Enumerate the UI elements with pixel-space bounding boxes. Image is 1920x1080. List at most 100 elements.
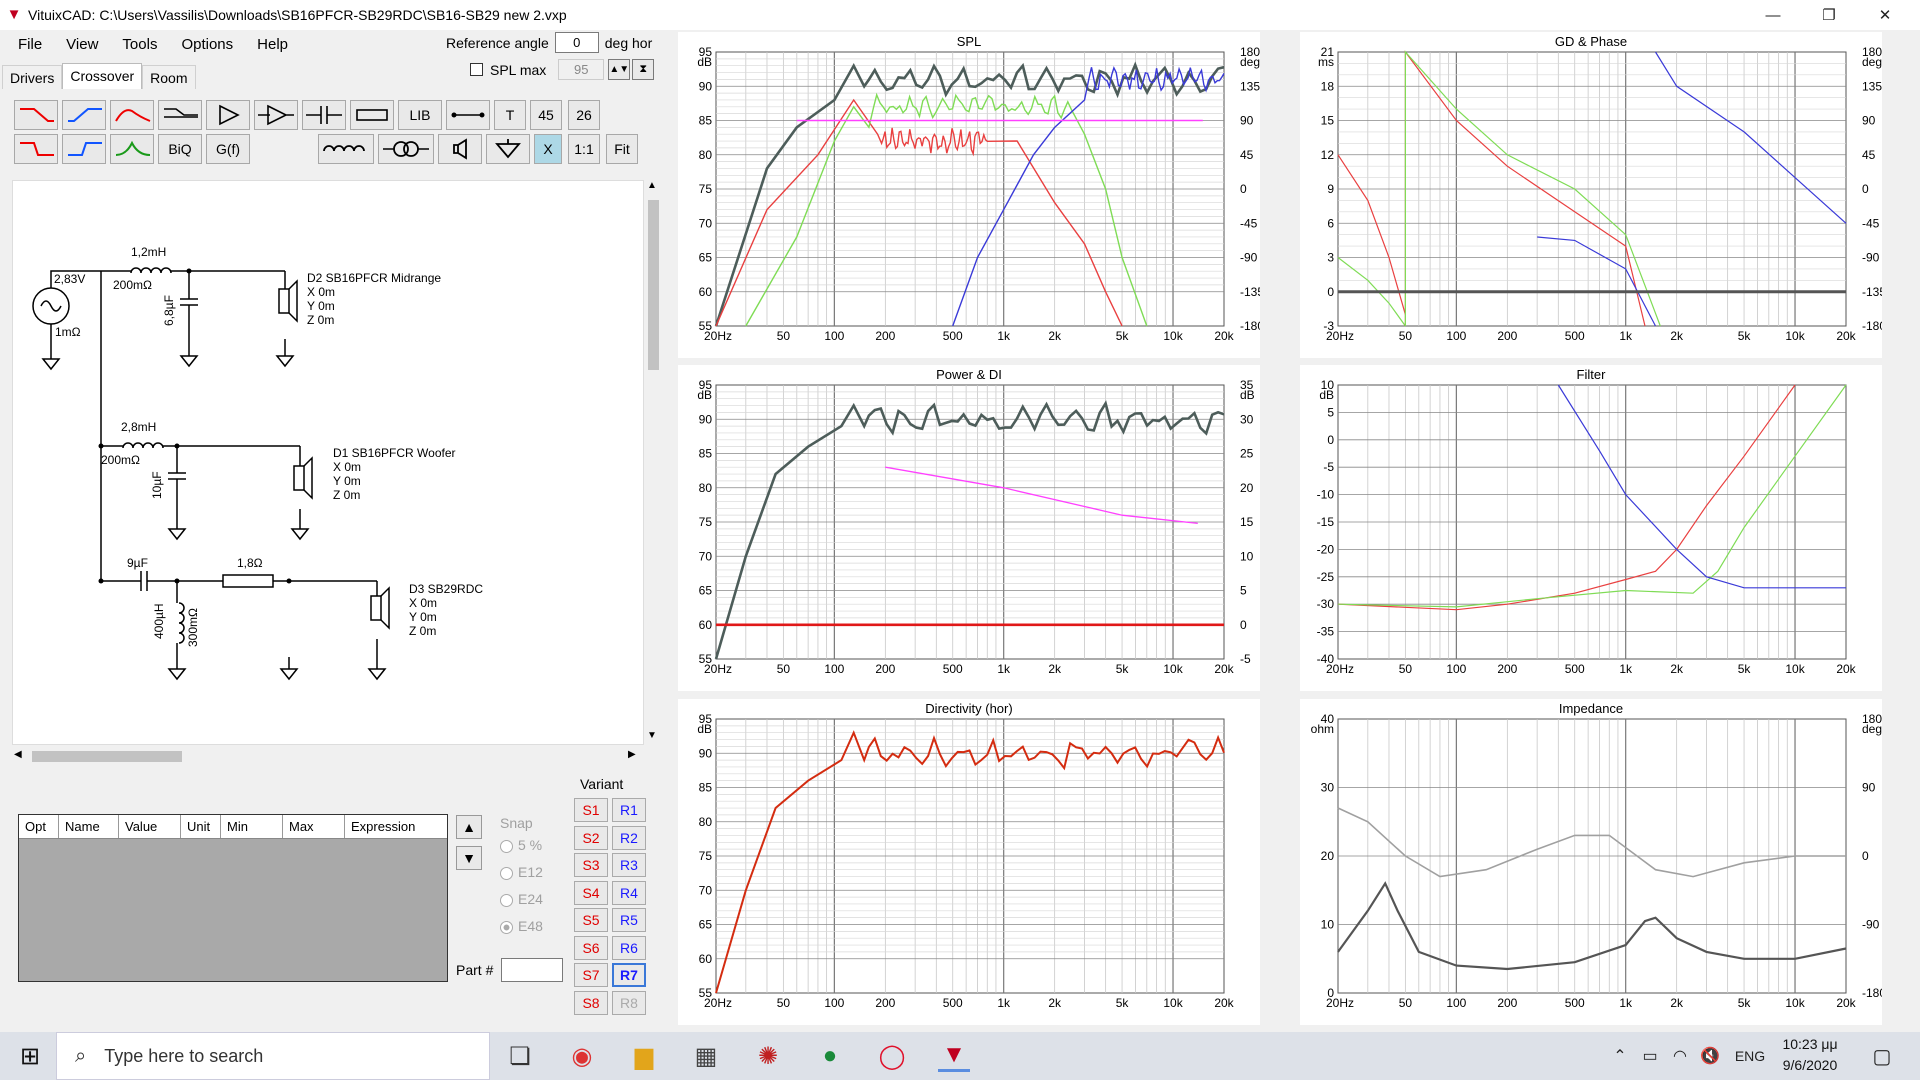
col-value[interactable]: Value <box>119 815 181 838</box>
driver-button[interactable] <box>438 134 482 164</box>
lowpass-2nd-button[interactable] <box>14 100 58 130</box>
variant-r4-button[interactable]: R4 <box>612 880 646 905</box>
taskbar-clock[interactable]: 10:23 μμ 9/6/2020 <box>1765 1034 1855 1076</box>
highpass-2nd-button[interactable] <box>62 100 106 130</box>
gd-phase-chart[interactable]: GD & Phase 20Hz 50 100 200 500 1k 2k 5k 10k 20k 21 1… <box>1300 32 1882 358</box>
angle-26-button[interactable]: 26 <box>568 100 600 130</box>
schematic-vertical-scrollbar[interactable]: ▲ ▼ <box>645 180 662 745</box>
taskbar-search[interactable]: ⌕ Type here to search <box>56 1032 490 1080</box>
task-view-icon[interactable]: ❏ <box>504 1040 536 1072</box>
opamp-button[interactable] <box>254 100 298 130</box>
col-min[interactable]: Min <box>221 815 283 838</box>
snap-option-5[interactable]: 5 % <box>500 837 542 853</box>
menu-help[interactable]: Help <box>245 36 300 53</box>
resistor-button[interactable] <box>350 100 394 130</box>
calculator-icon[interactable]: ▦ <box>690 1040 722 1072</box>
library-button[interactable]: LIB <box>398 100 442 130</box>
variant-s1-button[interactable]: S1 <box>574 798 608 822</box>
ground-button[interactable] <box>486 134 530 164</box>
directivity-chart[interactable]: Directivity (hor) 20Hz 50 100 200 500 1k 2k 5k 10… <box>678 699 1260 1025</box>
col-max[interactable]: Max <box>283 815 345 838</box>
wifi-icon[interactable]: ◠ <box>1664 1040 1696 1072</box>
move-up-button[interactable]: ▲ <box>456 815 482 839</box>
scroll-up-icon[interactable]: ▲ <box>647 180 657 191</box>
variant-r5-button[interactable]: R5 <box>612 908 646 932</box>
col-expression[interactable]: Expression <box>345 815 447 838</box>
buffer-button[interactable] <box>206 100 250 130</box>
lowpass-1st-button[interactable] <box>14 134 58 164</box>
crab-app-icon[interactable]: ✺ <box>752 1040 784 1072</box>
hscroll-thumb[interactable] <box>32 751 182 762</box>
filter-chart[interactable]: Filter 20Hz 50 100 200 500 1k 2k 5k 10k 20k 10 5 0 -5-… <box>1300 365 1882 691</box>
schematic-horizontal-scrollbar[interactable]: ◀ ▶ <box>12 748 642 765</box>
snap-option-e12[interactable]: E12 <box>500 864 543 880</box>
close-button[interactable]: ✕ <box>1862 0 1908 30</box>
capacitor-button[interactable] <box>302 100 346 130</box>
move-down-button[interactable]: ▼ <box>456 846 482 870</box>
tab-room[interactable]: Room <box>142 65 196 89</box>
shelving-button[interactable] <box>158 100 202 130</box>
bandpass-button[interactable] <box>110 100 154 130</box>
variant-r7-button[interactable]: R7 <box>612 963 646 987</box>
vituixcad-taskbar-icon[interactable]: ▼ <box>938 1040 970 1072</box>
wire-button[interactable] <box>446 100 490 130</box>
tab-crossover[interactable]: Crossover <box>62 63 143 89</box>
variant-s3-button[interactable]: S3 <box>574 853 608 877</box>
col-opt[interactable]: Opt <box>19 815 59 838</box>
transformer-button[interactable] <box>378 134 434 164</box>
file-explorer-icon[interactable]: ▆ <box>628 1040 660 1072</box>
minimize-button[interactable]: — <box>1750 0 1796 30</box>
parts-table[interactable]: Opt Name Value Unit Min Max Expression <box>18 814 448 982</box>
variant-s7-button[interactable]: S7 <box>574 963 608 987</box>
biquad-button[interactable]: BiQ <box>158 134 202 164</box>
snap-option-e48[interactable]: E48 <box>500 918 543 934</box>
variant-s8-button[interactable]: S8 <box>574 990 608 1015</box>
variant-s5-button[interactable]: S5 <box>574 908 608 932</box>
variant-s4-button[interactable]: S4 <box>574 880 608 905</box>
part-number-input[interactable] <box>501 958 564 982</box>
allpass-button[interactable] <box>110 134 154 164</box>
variant-s6-button[interactable]: S6 <box>574 935 608 960</box>
scroll-thumb[interactable] <box>648 200 659 370</box>
spl-max-input[interactable]: 95 <box>558 59 605 80</box>
variant-r2-button[interactable]: R2 <box>612 825 646 850</box>
text-button[interactable]: T <box>494 100 526 130</box>
variant-r6-button[interactable]: R6 <box>612 935 646 960</box>
utorrent-icon[interactable]: ● <box>814 1040 846 1072</box>
variant-r8-button[interactable]: R8 <box>612 990 646 1015</box>
spl-max-spinner[interactable]: ▲▼ <box>608 59 631 80</box>
restore-button[interactable]: ❐ <box>1806 0 1852 30</box>
scroll-left-icon[interactable]: ◀ <box>14 749 22 760</box>
menu-tools[interactable]: Tools <box>110 36 169 53</box>
variant-r3-button[interactable]: R3 <box>612 853 646 877</box>
col-name[interactable]: Name <box>59 815 119 838</box>
highpass-1st-button[interactable] <box>62 134 106 164</box>
spl-max-zoom-button[interactable]: ⧗ <box>632 59 655 80</box>
menu-view[interactable]: View <box>54 36 110 53</box>
battery-icon[interactable]: ▭ <box>1634 1040 1666 1072</box>
spl-chart[interactable]: SPL 20Hz 50 100 200 500 1k 2k 5k 10k 20k 95 90 85 80 75… <box>678 32 1260 358</box>
snap-option-e24[interactable]: E24 <box>500 891 543 907</box>
impedance-chart[interactable]: Impedance 20Hz 50 100 200 500 1k 2k 5k 10k 20k 40 30… <box>1300 699 1882 1025</box>
menu-options[interactable]: Options <box>169 36 245 53</box>
gain-function-button[interactable]: G(f) <box>206 134 250 164</box>
reference-angle-input[interactable]: 0 <box>554 32 599 53</box>
variant-r1-button[interactable]: R1 <box>612 798 646 822</box>
scroll-down-icon[interactable]: ▼ <box>647 730 657 741</box>
inductor-button[interactable] <box>318 134 374 164</box>
tray-chevron-icon[interactable]: ⌃ <box>1604 1040 1636 1072</box>
x-toggle-button[interactable]: X <box>534 134 562 164</box>
col-unit[interactable]: Unit <box>181 815 221 838</box>
angle-45-button[interactable]: 45 <box>530 100 562 130</box>
power-di-chart[interactable]: Power & DI 20Hz 50 100 200 500 1k 2k 5k 10k 20k 95 9… <box>678 365 1260 691</box>
volume-muted-icon[interactable]: 🔇 <box>1694 1040 1726 1072</box>
language-indicator[interactable]: ENG <box>1730 1040 1770 1072</box>
schematic-canvas[interactable]: 2,83V 1mΩ 1,2mH 200mΩ 6,8µF D2 SB16PFCR … <box>12 180 644 745</box>
windows-start-icon[interactable]: ⊞ <box>14 1040 46 1072</box>
menu-file[interactable]: File <box>0 36 54 53</box>
chrome-icon[interactable]: ◉ <box>566 1040 598 1072</box>
zoom-fit-button[interactable]: Fit <box>606 134 638 164</box>
spl-max-checkbox[interactable] <box>470 63 483 76</box>
opera-icon[interactable]: ◯ <box>876 1040 908 1072</box>
notifications-icon[interactable]: ▢ <box>1866 1040 1898 1072</box>
